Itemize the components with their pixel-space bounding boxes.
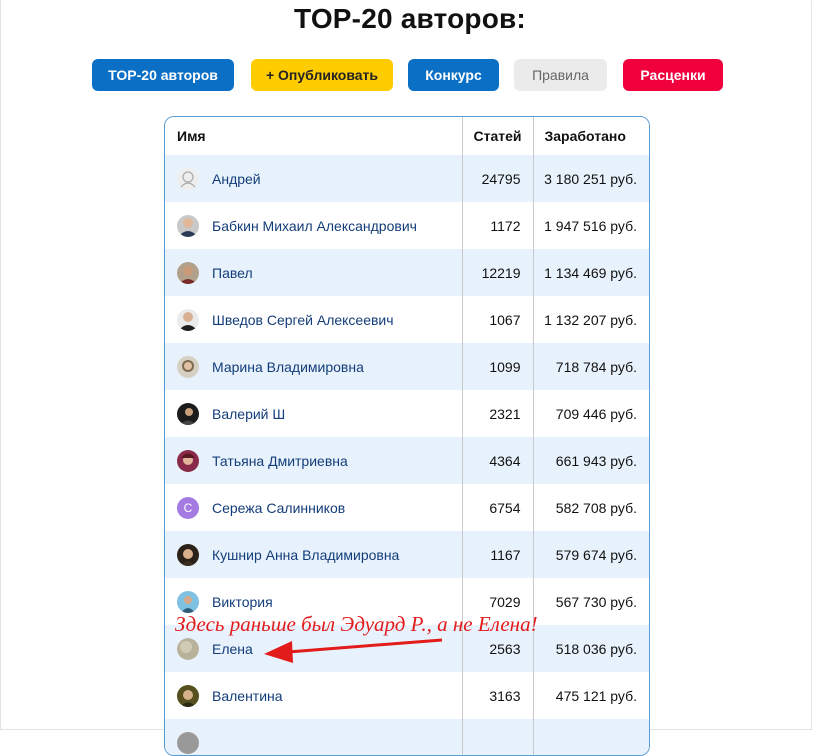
- table-row: Татьяна Дмитриевна 4364 661 943 руб.: [165, 437, 649, 484]
- publish-button[interactable]: + Опубликовать: [251, 59, 393, 91]
- articles-count: 12219: [461, 249, 533, 296]
- prices-button[interactable]: Расценки: [623, 59, 723, 91]
- rules-button[interactable]: Правила: [514, 59, 607, 91]
- annotation-text: Здесь раньше был Эдуард Р., а не Елена!: [175, 612, 538, 636]
- earned-amount: 582 708 руб.: [532, 484, 649, 531]
- author-link[interactable]: Сережа Салинников: [212, 500, 345, 516]
- earned-amount: 1 132 207 руб.: [532, 296, 649, 343]
- author-link[interactable]: Бабкин Михаил Александрович: [212, 218, 417, 234]
- avatar[interactable]: [177, 637, 199, 660]
- avatar[interactable]: [177, 731, 199, 754]
- author-link[interactable]: Марина Владимировна: [212, 359, 364, 375]
- articles-count: 1172: [461, 202, 533, 249]
- table-row: Кушнир Анна Владимировна 1167 579 674 руб.: [165, 531, 649, 578]
- table-row: С Сережа Салинников 6754 582 708 руб.: [165, 484, 649, 531]
- table-row: Павел 12219 1 134 469 руб.: [165, 249, 649, 296]
- avatar[interactable]: [177, 590, 199, 613]
- earned-amount: 661 943 руб.: [532, 437, 649, 484]
- page-title: TOP-20 авторов:: [294, 3, 526, 34]
- author-name-cell: Валерий Ш: [165, 390, 462, 437]
- avatar[interactable]: [177, 214, 199, 237]
- author-name-wrapper: Кушнир Анна Владимировна: [177, 543, 461, 566]
- earned-amount: 718 784 руб.: [532, 343, 649, 390]
- author-link[interactable]: Валерий Ш: [212, 406, 285, 422]
- avatar[interactable]: [177, 684, 199, 707]
- avatar[interactable]: [177, 167, 199, 190]
- articles-count: 3163: [461, 672, 533, 719]
- earned-amount: 567 730 руб.: [532, 578, 649, 625]
- author-name-cell: С Сережа Салинников: [165, 484, 462, 531]
- earned-amount: [532, 719, 649, 755]
- author-name-cell: Валентина: [165, 672, 462, 719]
- column-header-earned: Заработано: [532, 117, 649, 155]
- table-header-row: Имя Статей Заработано: [165, 117, 649, 155]
- avatar[interactable]: [177, 261, 199, 284]
- top-authors-button[interactable]: TOP-20 авторов: [92, 59, 234, 91]
- earned-amount: 3 180 251 руб.: [532, 155, 649, 202]
- table-row: Шведов Сергей Алексеевич 1067 1 132 207 ру…: [165, 296, 649, 343]
- author-name-wrapper: С Сережа Салинников: [177, 496, 461, 519]
- author-name-wrapper: Марина Владимировна: [177, 355, 461, 378]
- author-name-wrapper: [177, 731, 461, 754]
- author-name-wrapper: Елена: [177, 637, 461, 660]
- articles-count: 1099: [461, 343, 533, 390]
- author-link[interactable]: Кушнир Анна Владимировна: [212, 547, 399, 563]
- table-row: Марина Владимировна 1099 718 784 руб.: [165, 343, 649, 390]
- articles-count: [461, 719, 533, 755]
- articles-count: 1167: [461, 531, 533, 578]
- author-link[interactable]: Андрей: [212, 171, 261, 187]
- author-link[interactable]: Валентина: [212, 688, 283, 704]
- contest-button[interactable]: Конкурс: [408, 59, 499, 91]
- avatar[interactable]: [177, 449, 199, 472]
- earned-amount: 475 121 руб.: [532, 672, 649, 719]
- author-name-cell: Павел: [165, 249, 462, 296]
- author-name-wrapper: Шведов Сергей Алексеевич: [177, 308, 461, 331]
- earned-amount: 1 134 469 руб.: [532, 249, 649, 296]
- earned-amount: 1 947 516 руб.: [532, 202, 649, 249]
- author-name-cell: Шведов Сергей Алексеевич: [165, 296, 462, 343]
- author-name-cell: Татьяна Дмитриевна: [165, 437, 462, 484]
- author-link[interactable]: Шведов Сергей Алексеевич: [212, 312, 394, 328]
- avatar[interactable]: С: [177, 496, 199, 519]
- articles-count: 24795: [461, 155, 533, 202]
- authors-table: Имя Статей Заработано Андрей 24795 3 180 2…: [164, 116, 650, 756]
- author-link[interactable]: Елена: [212, 641, 253, 657]
- avatar[interactable]: [177, 402, 199, 425]
- column-header-name: Имя: [165, 117, 462, 155]
- earned-amount: 518 036 руб.: [532, 625, 649, 672]
- table-row: [165, 719, 649, 755]
- table-row: Бабкин Михаил Александрович 1172 1 947 516…: [165, 202, 649, 249]
- author-name-cell: Андрей: [165, 155, 462, 202]
- articles-count: 6754: [461, 484, 533, 531]
- author-name-wrapper: Павел: [177, 261, 461, 284]
- author-link[interactable]: Виктория: [212, 594, 273, 610]
- author-name-wrapper: Виктория: [177, 590, 461, 613]
- author-name-wrapper: Бабкин Михаил Александрович: [177, 214, 461, 237]
- author-name-cell: [165, 719, 462, 755]
- nav-buttons: TOP-20 авторов + Опубликовать Конкурс Пр…: [0, 59, 820, 91]
- author-link[interactable]: Татьяна Дмитриевна: [212, 453, 348, 469]
- author-name-wrapper: Андрей: [177, 167, 461, 190]
- column-header-articles: Статей: [461, 117, 533, 155]
- table-row: Валентина 3163 475 121 руб.: [165, 672, 649, 719]
- author-link[interactable]: Павел: [212, 265, 253, 281]
- author-name-wrapper: Татьяна Дмитриевна: [177, 449, 461, 472]
- table-row: Андрей 24795 3 180 251 руб.: [165, 155, 649, 202]
- articles-count: 1067: [461, 296, 533, 343]
- table-row: Валерий Ш 2321 709 446 руб.: [165, 390, 649, 437]
- avatar[interactable]: [177, 543, 199, 566]
- author-name-cell: Марина Владимировна: [165, 343, 462, 390]
- articles-count: 4364: [461, 437, 533, 484]
- avatar[interactable]: [177, 355, 199, 378]
- author-name-cell: Кушнир Анна Владимировна: [165, 531, 462, 578]
- author-name-cell: Бабкин Михаил Александрович: [165, 202, 462, 249]
- earned-amount: 709 446 руб.: [532, 390, 649, 437]
- articles-count: 2321: [461, 390, 533, 437]
- earned-amount: 579 674 руб.: [532, 531, 649, 578]
- avatar[interactable]: [177, 308, 199, 331]
- author-name-wrapper: Валерий Ш: [177, 402, 461, 425]
- author-name-wrapper: Валентина: [177, 684, 461, 707]
